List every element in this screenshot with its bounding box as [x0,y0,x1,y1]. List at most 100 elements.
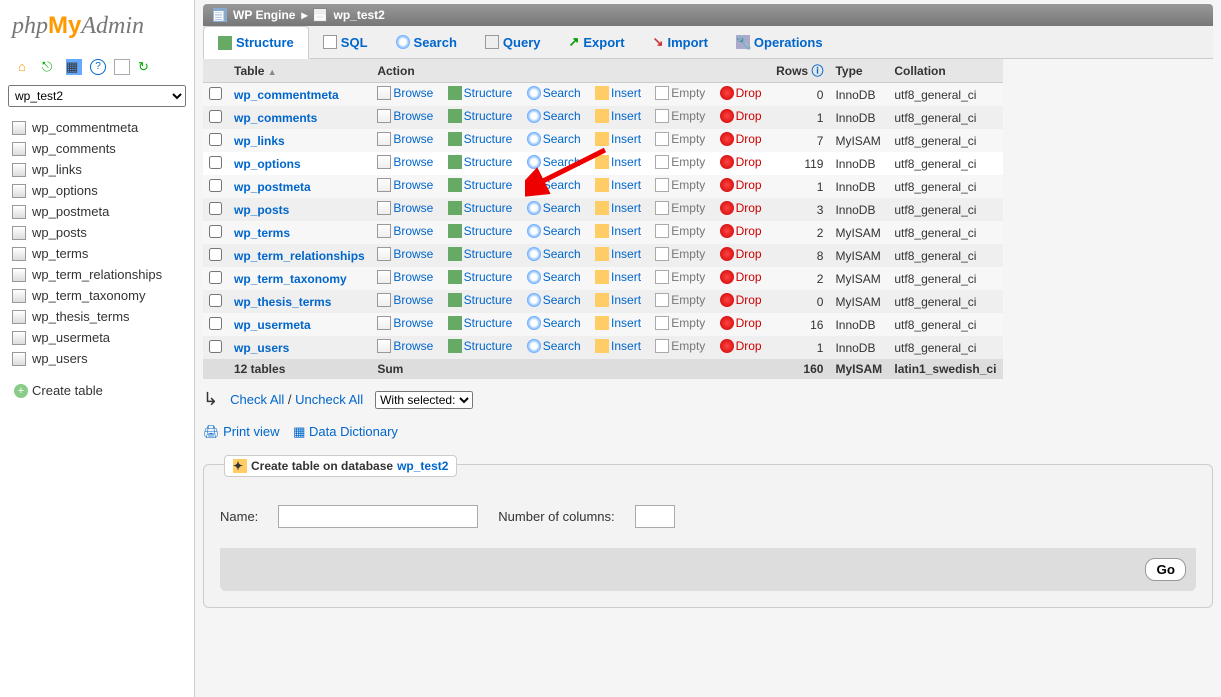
search-link[interactable]: Search [527,86,581,100]
breadcrumb-db[interactable]: wp_test2 [333,8,384,22]
sql-icon[interactable]: ▦ [66,59,82,75]
structure-link[interactable]: Structure [448,201,513,215]
check-all-link[interactable]: Check All [230,392,284,407]
browse-link[interactable]: Browse [377,293,433,307]
empty-link[interactable]: Empty [655,293,705,307]
table-name-link[interactable]: wp_options [234,157,301,171]
browse-link[interactable]: Browse [377,339,433,353]
structure-link[interactable]: Structure [448,247,513,261]
table-name-link[interactable]: wp_links [234,134,285,148]
row-checkbox[interactable] [209,133,222,146]
structure-link[interactable]: Structure [448,270,513,284]
help-icon[interactable]: ? [90,59,106,75]
structure-link[interactable]: Structure [448,155,513,169]
browse-link[interactable]: Browse [377,201,433,215]
empty-link[interactable]: Empty [655,224,705,238]
row-checkbox[interactable] [209,271,222,284]
logout-icon[interactable]: ⎋ [42,59,58,75]
home-icon[interactable]: ⌂ [18,59,34,75]
database-select[interactable]: wp_test2 [8,85,186,107]
browse-link[interactable]: Browse [377,109,433,123]
row-checkbox[interactable] [209,87,222,100]
table-name-link[interactable]: wp_usermeta [234,318,311,332]
columns-input[interactable] [635,505,675,528]
sidebar-table-item[interactable]: wp_postmeta [8,201,186,222]
empty-link[interactable]: Empty [655,339,705,353]
browse-link[interactable]: Browse [377,155,433,169]
data-dictionary-link[interactable]: ▦ Data Dictionary [293,424,398,439]
search-link[interactable]: Search [527,316,581,330]
empty-link[interactable]: Empty [655,316,705,330]
create-table-button[interactable]: + Create table [8,381,186,400]
row-checkbox[interactable] [209,317,222,330]
search-link[interactable]: Search [527,224,581,238]
drop-link[interactable]: Drop [720,178,762,192]
insert-link[interactable]: Insert [595,109,641,123]
table-name-link[interactable]: wp_posts [234,203,289,217]
row-checkbox[interactable] [209,156,222,169]
table-name-link[interactable]: wp_comments [234,111,317,125]
row-checkbox[interactable] [209,294,222,307]
sidebar-table-item[interactable]: wp_comments [8,138,186,159]
drop-link[interactable]: Drop [720,201,762,215]
search-link[interactable]: Search [527,109,581,123]
search-link[interactable]: Search [527,247,581,261]
search-link[interactable]: Search [527,270,581,284]
empty-link[interactable]: Empty [655,132,705,146]
print-view-link[interactable]: 🖨 Print view [203,424,280,439]
drop-link[interactable]: Drop [720,293,762,307]
tab-query[interactable]: Query [471,26,555,58]
sidebar-table-item[interactable]: wp_usermeta [8,327,186,348]
structure-link[interactable]: Structure [448,132,513,146]
insert-link[interactable]: Insert [595,339,641,353]
tab-operations[interactable]: 🔧Operations [722,26,837,58]
browse-link[interactable]: Browse [377,224,433,238]
sidebar-table-item[interactable]: wp_options [8,180,186,201]
table-name-link[interactable]: wp_terms [234,226,290,240]
sidebar-table-item[interactable]: wp_commentmeta [8,117,186,138]
insert-link[interactable]: Insert [595,178,641,192]
structure-link[interactable]: Structure [448,293,513,307]
row-checkbox[interactable] [209,202,222,215]
table-name-link[interactable]: wp_commentmeta [234,88,339,102]
empty-link[interactable]: Empty [655,109,705,123]
insert-link[interactable]: Insert [595,201,641,215]
browse-link[interactable]: Browse [377,316,433,330]
table-name-input[interactable] [278,505,478,528]
refresh-icon[interactable]: ↻ [138,59,154,75]
tab-structure[interactable]: Structure [203,26,309,59]
insert-link[interactable]: Insert [595,224,641,238]
empty-link[interactable]: Empty [655,270,705,284]
tab-sql[interactable]: SQL [309,26,382,58]
table-name-link[interactable]: wp_term_relationships [234,249,365,263]
row-checkbox[interactable] [209,179,222,192]
row-checkbox[interactable] [209,225,222,238]
empty-link[interactable]: Empty [655,201,705,215]
structure-link[interactable]: Structure [448,316,513,330]
go-button[interactable]: Go [1145,558,1186,581]
sidebar-table-item[interactable]: wp_thesis_terms [8,306,186,327]
table-name-link[interactable]: wp_thesis_terms [234,295,331,309]
tab-import[interactable]: ↘Import [639,26,722,58]
drop-link[interactable]: Drop [720,247,762,261]
insert-link[interactable]: Insert [595,270,641,284]
sidebar-table-item[interactable]: wp_users [8,348,186,369]
insert-link[interactable]: Insert [595,86,641,100]
breadcrumb-server[interactable]: WP Engine [233,8,295,22]
tab-search[interactable]: Search [382,26,471,58]
browse-link[interactable]: Browse [377,247,433,261]
drop-link[interactable]: Drop [720,132,762,146]
empty-link[interactable]: Empty [655,155,705,169]
browse-link[interactable]: Browse [377,178,433,192]
drop-link[interactable]: Drop [720,339,762,353]
structure-link[interactable]: Structure [448,339,513,353]
col-collation[interactable]: Collation [888,59,1003,83]
table-name-link[interactable]: wp_postmeta [234,180,311,194]
docs-icon[interactable] [114,59,130,75]
with-selected-select[interactable]: With selected: [375,391,473,409]
table-name-link[interactable]: wp_users [234,341,289,355]
drop-link[interactable]: Drop [720,270,762,284]
browse-link[interactable]: Browse [377,132,433,146]
empty-link[interactable]: Empty [655,178,705,192]
structure-link[interactable]: Structure [448,109,513,123]
